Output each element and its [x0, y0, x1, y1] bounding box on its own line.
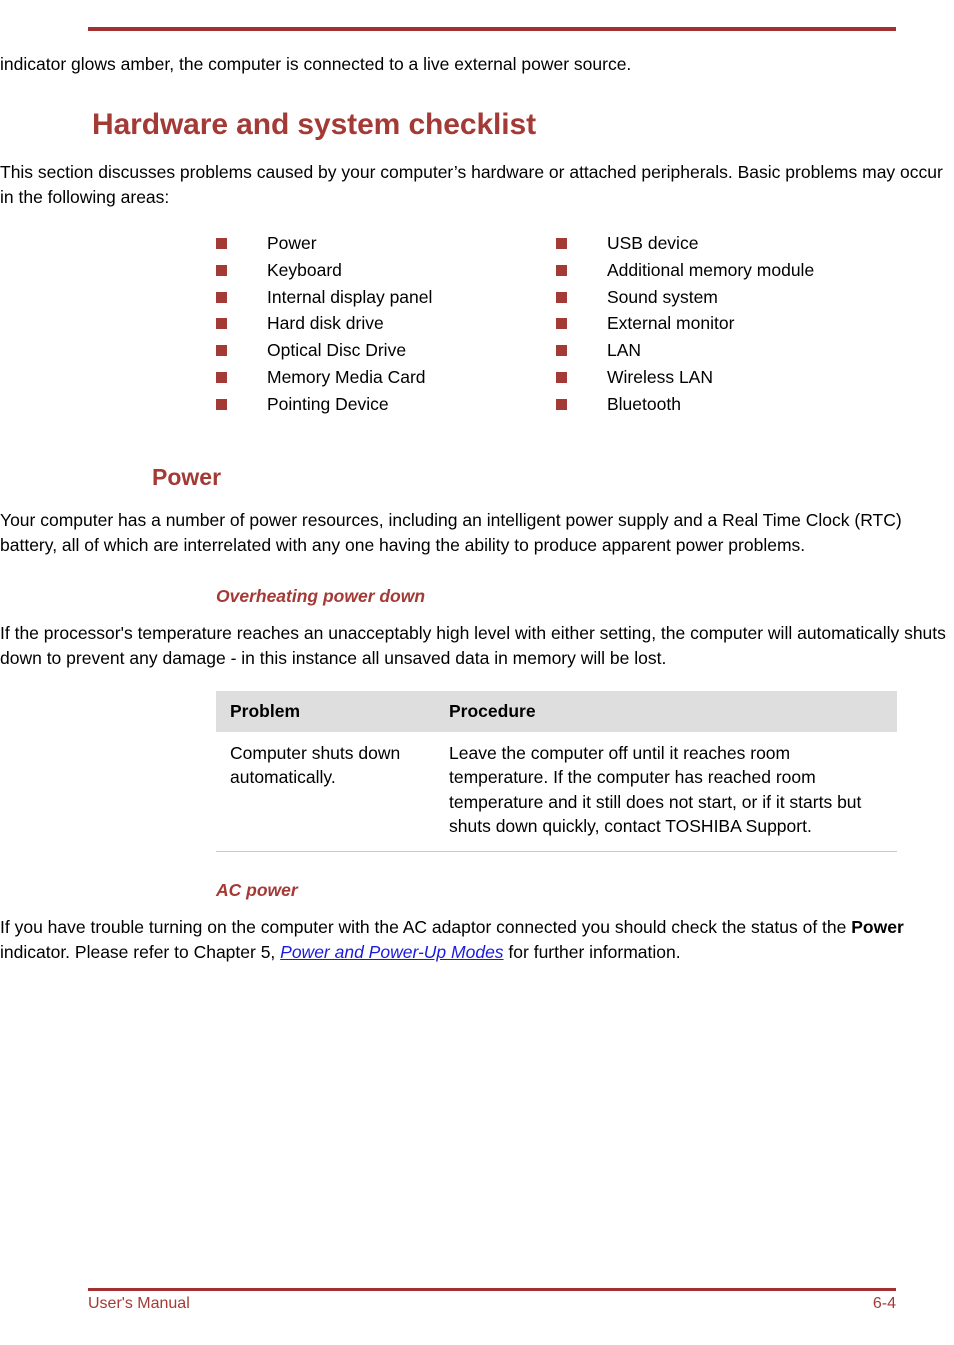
page-footer: User's Manual 6-4 — [88, 1295, 896, 1313]
overheating-paragraph: If the processor's temperature reaches a… — [0, 622, 946, 668]
list-item-label: Power — [267, 233, 317, 253]
checklist-columns: Power Keyboard Internal display panel Ha… — [216, 231, 906, 419]
ac-power-text-part2: indicator. Please refer to Chapter 5, — [0, 941, 281, 962]
list-item-label: Wireless LAN — [607, 366, 713, 387]
square-bullet-icon — [216, 264, 227, 276]
continuation-paragraph: indicator glows amber, the computer is c… — [0, 54, 632, 74]
list-item: Pointing Device — [216, 392, 556, 419]
list-item-label: Additional memory module — [607, 259, 815, 280]
square-bullet-icon — [216, 398, 227, 410]
square-bullet-icon — [556, 238, 567, 249]
ac-power-heading: AC power — [216, 879, 298, 900]
list-item: Optical Disc Drive — [216, 338, 556, 365]
square-bullet-icon — [556, 291, 567, 303]
power-subsection-heading: Power — [152, 463, 222, 490]
footer-manual-label: User's Manual — [88, 1295, 190, 1312]
list-item: Bluetooth — [556, 392, 896, 419]
ac-power-text-part3: for further information. — [503, 941, 681, 962]
manual-page: indicator glows amber, the computer is c… — [0, 0, 954, 1345]
list-item-label: Internal display panel — [267, 286, 433, 307]
power-subsection-paragraph: Your computer has a number of power reso… — [0, 509, 902, 555]
list-item-label: Memory Media Card — [267, 366, 426, 387]
square-bullet-icon — [216, 238, 227, 249]
square-bullet-icon — [556, 371, 567, 383]
list-item: USB device — [556, 231, 896, 258]
checklist-left-column: Power Keyboard Internal display panel Ha… — [216, 231, 556, 419]
list-item: Wireless LAN — [556, 365, 896, 392]
table-row: Computer shuts down automatically. Leave… — [216, 731, 897, 852]
square-bullet-icon — [556, 264, 567, 276]
list-item: External monitor — [556, 311, 896, 338]
list-item: Additional memory module — [556, 258, 896, 285]
list-item-label: Sound system — [607, 286, 718, 307]
list-item: Power — [216, 231, 556, 258]
column-header-problem: Problem — [216, 690, 435, 732]
square-bullet-icon — [216, 345, 227, 357]
list-item-label: USB device — [607, 233, 699, 253]
list-item: Keyboard — [216, 258, 556, 285]
footer-page-number: 6-4 — [872, 1295, 896, 1312]
list-item-label: Pointing Device — [267, 393, 389, 414]
cell-problem: Computer shuts down automatically. — [216, 731, 435, 852]
square-bullet-icon — [556, 398, 567, 410]
square-bullet-icon — [216, 318, 227, 330]
ac-power-bold-term: Power — [851, 916, 904, 937]
column-header-procedure: Procedure — [435, 690, 897, 732]
list-item: LAN — [556, 338, 896, 365]
troubleshooting-table: Problem Procedure Computer shuts down au… — [216, 690, 897, 852]
section-heading: Hardware and system checklist — [92, 108, 536, 141]
list-item: Internal display panel — [216, 285, 556, 312]
table-header-row: Problem Procedure — [216, 690, 897, 732]
list-item-label: External monitor — [607, 313, 735, 334]
list-item-label: Bluetooth — [607, 393, 681, 414]
list-item: Sound system — [556, 285, 896, 312]
list-item: Memory Media Card — [216, 365, 556, 392]
list-item-label: Hard disk drive — [267, 313, 384, 334]
list-item: Hard disk drive — [216, 311, 556, 338]
header-rule — [88, 27, 896, 31]
square-bullet-icon — [556, 345, 567, 357]
cross-reference-link[interactable]: Power and Power-Up Modes — [280, 942, 503, 962]
list-item-label: Optical Disc Drive — [267, 340, 407, 361]
overheating-heading: Overheating power down — [216, 585, 426, 606]
square-bullet-icon — [216, 371, 227, 383]
list-item-label: LAN — [607, 340, 642, 361]
checklist-right-column: USB device Additional memory module Soun… — [556, 231, 896, 419]
ac-power-text-part1: If you have trouble turning on the compu… — [0, 916, 852, 937]
ac-power-paragraph: If you have trouble turning on the compu… — [0, 915, 954, 965]
list-item-label: Keyboard — [267, 259, 342, 280]
footer-rule — [88, 1288, 896, 1291]
square-bullet-icon — [556, 318, 567, 330]
cell-procedure: Leave the computer off until it reaches … — [435, 731, 897, 852]
square-bullet-icon — [216, 291, 227, 303]
section-intro-paragraph: This section discusses problems caused b… — [0, 162, 943, 207]
page-content: indicator glows amber, the computer is c… — [0, 52, 954, 965]
